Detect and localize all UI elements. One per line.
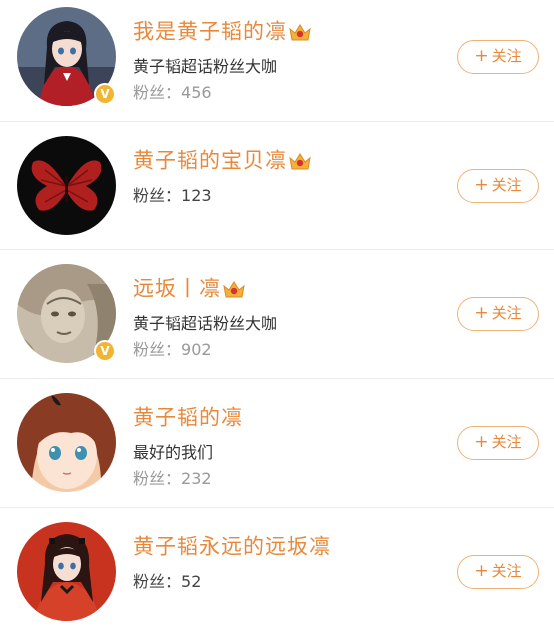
follow-label: 关注 [491,176,522,194]
follow-label: 关注 [491,433,522,451]
user-name[interactable]: 黄子韬的宝贝凛 [133,149,287,173]
follow-button[interactable]: + 关注 [457,555,539,589]
plus-icon: + [474,175,489,195]
follow-button[interactable]: + 关注 [457,297,539,331]
avatar[interactable] [17,522,116,621]
crown-badge-icon [289,23,311,40]
user-description: 黄子韬超话粉丝大咖 [133,57,278,76]
fans-count: 粉丝：52 [133,572,201,592]
fans-label: 粉丝： [133,340,182,359]
fans-label: 粉丝： [133,469,182,488]
avatar[interactable] [17,393,116,492]
fans-value: 456 [181,83,212,102]
user-name-line: 远坂丨凛 [133,273,245,303]
user-description: 黄子韬超话粉丝大咖 [133,314,278,333]
follow-label: 关注 [491,47,522,65]
user-name-line: 我是黄子韬的凛 [133,16,311,46]
list-item[interactable]: 黄子韬的凛 最好的我们 粉丝：232 + 关注 [0,379,554,507]
fans-count: 粉丝：123 [133,186,212,206]
user-name[interactable]: 我是黄子韬的凛 [133,20,287,44]
fans-count: 粉丝：902 [133,340,212,360]
verified-badge-icon: V [94,83,116,105]
fans-value: 123 [181,186,212,205]
user-list: V 我是黄子韬的凛 黄子韬超话粉丝大咖 粉丝：456 + 关注 黄子韬的宝贝凛 … [0,0,554,636]
fans-value: 52 [181,572,202,591]
user-name-line: 黄子韬永远的远坂凛 [133,531,331,561]
follow-label: 关注 [491,304,522,322]
follow-button[interactable]: + 关注 [457,169,539,203]
avatar[interactable] [17,136,116,235]
user-description: 最好的我们 [133,443,214,462]
fans-value: 902 [181,340,212,359]
follow-button[interactable]: + 关注 [457,40,539,74]
user-name-line: 黄子韬的凛 [133,402,243,432]
anime-girl-red-outfit-avatar-icon [17,522,116,621]
list-item[interactable]: 黄子韬永远的远坂凛 粉丝：52 + 关注 [0,508,554,636]
user-name[interactable]: 黄子韬永远的远坂凛 [133,535,331,559]
red-butterfly-avatar-icon [17,136,116,235]
plus-icon: + [474,303,489,323]
user-name[interactable]: 黄子韬的凛 [133,406,243,430]
anime-girl-closeup-avatar-icon [17,393,116,492]
list-item[interactable]: V 远坂丨凛 黄子韬超话粉丝大咖 粉丝：902 + 关注 [0,250,554,378]
follow-label: 关注 [491,562,522,580]
plus-icon: + [474,432,489,452]
fans-count: 粉丝：456 [133,83,212,103]
crown-badge-icon [289,152,311,169]
fans-label: 粉丝： [133,186,182,205]
user-name[interactable]: 远坂丨凛 [133,277,221,301]
fans-value: 232 [181,469,212,488]
user-name-line: 黄子韬的宝贝凛 [133,145,311,175]
list-item[interactable]: 黄子韬的宝贝凛 粉丝：123 + 关注 [0,122,554,250]
follow-button[interactable]: + 关注 [457,426,539,460]
fans-count: 粉丝：232 [133,469,212,489]
plus-icon: + [474,46,489,66]
crown-badge-icon [223,280,245,297]
plus-icon: + [474,561,489,581]
list-item[interactable]: V 我是黄子韬的凛 黄子韬超话粉丝大咖 粉丝：456 + 关注 [0,0,554,121]
verified-badge-icon: V [94,340,116,362]
fans-label: 粉丝： [133,83,182,102]
fans-label: 粉丝： [133,572,182,591]
